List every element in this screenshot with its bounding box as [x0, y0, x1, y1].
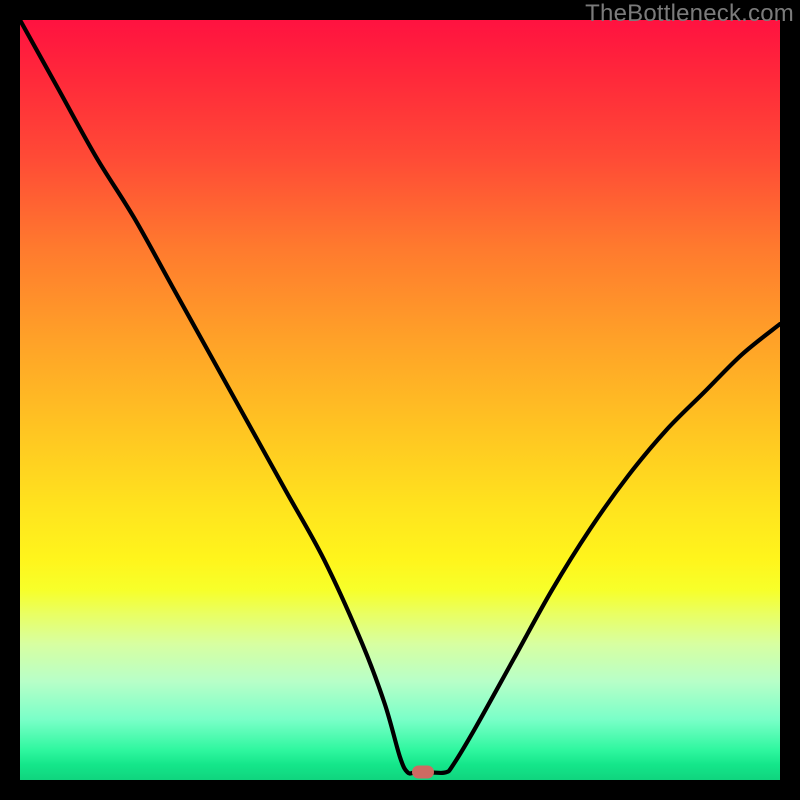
minimum-marker [412, 766, 434, 779]
watermark-text: TheBottleneck.com [585, 0, 794, 28]
chart-stage: TheBottleneck.com [0, 0, 800, 800]
bottleneck-curve [20, 20, 780, 780]
